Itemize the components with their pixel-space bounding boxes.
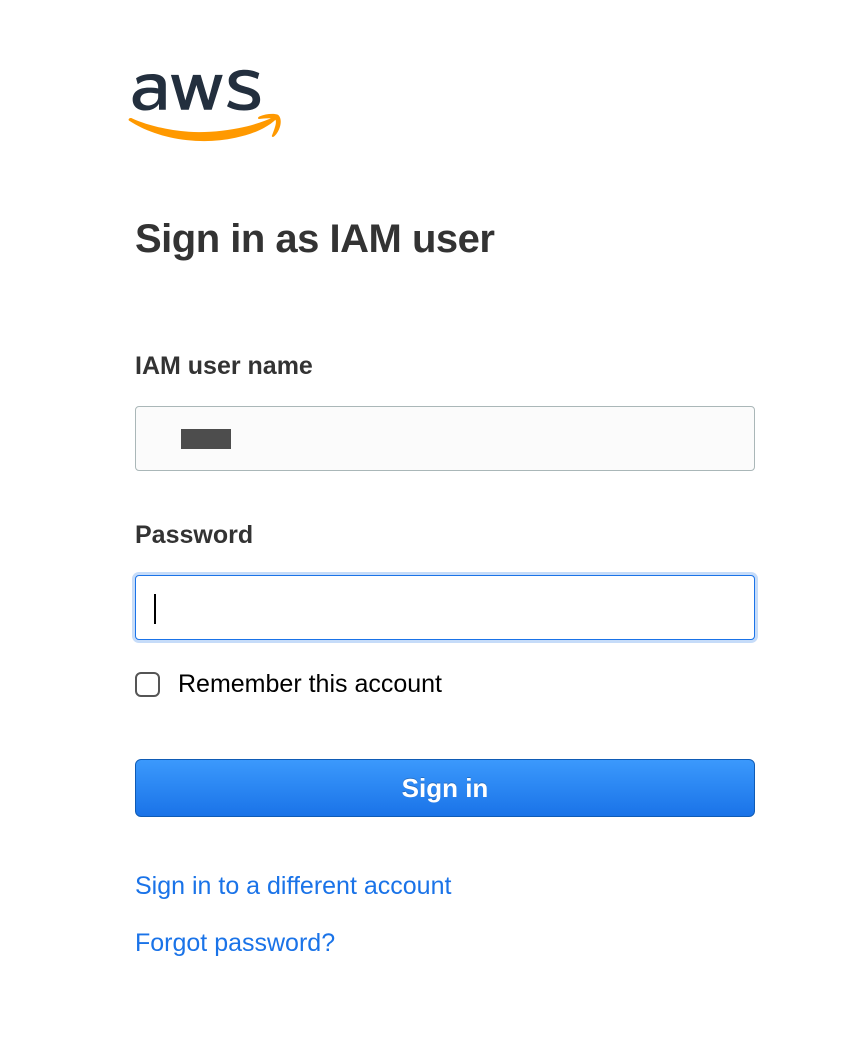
forgot-password-link[interactable]: Forgot password?: [135, 929, 755, 958]
username-label: IAM user name: [135, 352, 755, 381]
username-input[interactable]: [135, 406, 755, 471]
different-account-link[interactable]: Sign in to a different account: [135, 872, 755, 901]
password-input[interactable]: [135, 575, 755, 640]
password-label: Password: [135, 521, 755, 550]
text-cursor: [154, 594, 156, 624]
aws-logo: [125, 40, 755, 147]
redacted-username-value: [181, 429, 231, 449]
remember-account-label: Remember this account: [178, 670, 442, 699]
remember-account-checkbox[interactable]: [135, 672, 160, 697]
signin-button[interactable]: Sign in: [135, 759, 755, 817]
page-heading: Sign in as IAM user: [135, 217, 755, 262]
